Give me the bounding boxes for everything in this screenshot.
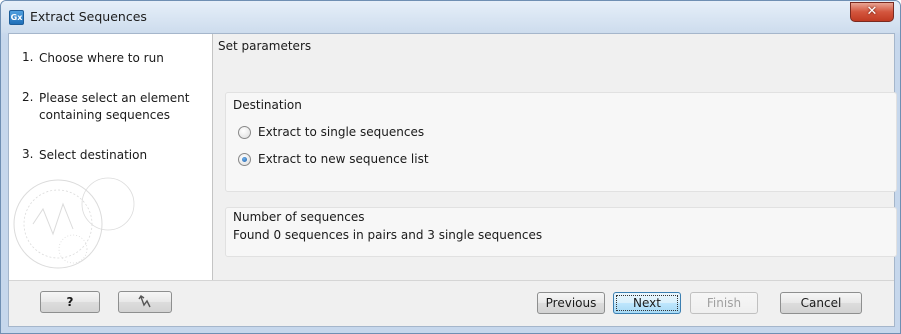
finish-button[interactable]: Finish bbox=[690, 292, 758, 314]
window-title: Extract Sequences bbox=[30, 9, 147, 24]
step-label: Please select an element containing sequ… bbox=[39, 91, 190, 122]
dialog-window: Gx Extract Sequences ✕ 1. Choose where t… bbox=[0, 0, 901, 334]
help-button[interactable]: ? bbox=[40, 291, 100, 313]
reset-arrow-icon bbox=[138, 295, 151, 308]
number-of-sequences-group: Number of sequences Found 0 sequences in… bbox=[225, 207, 897, 257]
radio-label: Extract to single sequences bbox=[258, 125, 425, 139]
previous-button[interactable]: Previous bbox=[537, 292, 605, 314]
wizard-steps-panel: 1. Choose where to run 2. Please select … bbox=[9, 34, 213, 280]
footer-divider bbox=[9, 280, 894, 281]
radio-label: Extract to new sequence list bbox=[258, 152, 429, 166]
close-button[interactable]: ✕ bbox=[850, 2, 894, 22]
step-number: 1. bbox=[22, 50, 34, 64]
dialog-body: 1. Choose where to run 2. Please select … bbox=[8, 33, 897, 327]
step-label: Choose where to run bbox=[39, 51, 164, 65]
radio-extract-list[interactable]: Extract to new sequence list bbox=[238, 152, 498, 168]
radio-selected-icon bbox=[242, 157, 247, 162]
title-bar[interactable]: Gx Extract Sequences ✕ bbox=[1, 1, 900, 33]
step-label: Select destination bbox=[39, 148, 148, 162]
app-icon: Gx bbox=[9, 10, 24, 25]
number-of-sequences-title: Number of sequences bbox=[233, 210, 365, 224]
destination-group-title: Destination bbox=[233, 98, 302, 112]
sequence-count-text: Found 0 sequences in pairs and 3 single … bbox=[233, 228, 543, 242]
page-title: Set parameters bbox=[218, 39, 312, 53]
help-icon: ? bbox=[66, 295, 74, 309]
radio-extract-single[interactable]: Extract to single sequences bbox=[238, 125, 498, 141]
step-number: 3. bbox=[22, 147, 34, 161]
parameters-panel: Set parameters Destination Extract to si… bbox=[214, 34, 897, 280]
destination-group: Destination Extract to single sequences … bbox=[225, 92, 897, 192]
radio-button-selected[interactable] bbox=[238, 153, 251, 166]
radio-button[interactable] bbox=[238, 126, 251, 139]
close-icon: ✕ bbox=[866, 4, 878, 19]
cancel-button[interactable]: Cancel bbox=[780, 292, 862, 314]
next-button[interactable]: Next bbox=[613, 292, 681, 314]
step-number: 2. bbox=[22, 90, 34, 104]
watermark-seal-icon bbox=[13, 177, 135, 269]
reset-button[interactable] bbox=[118, 291, 172, 313]
